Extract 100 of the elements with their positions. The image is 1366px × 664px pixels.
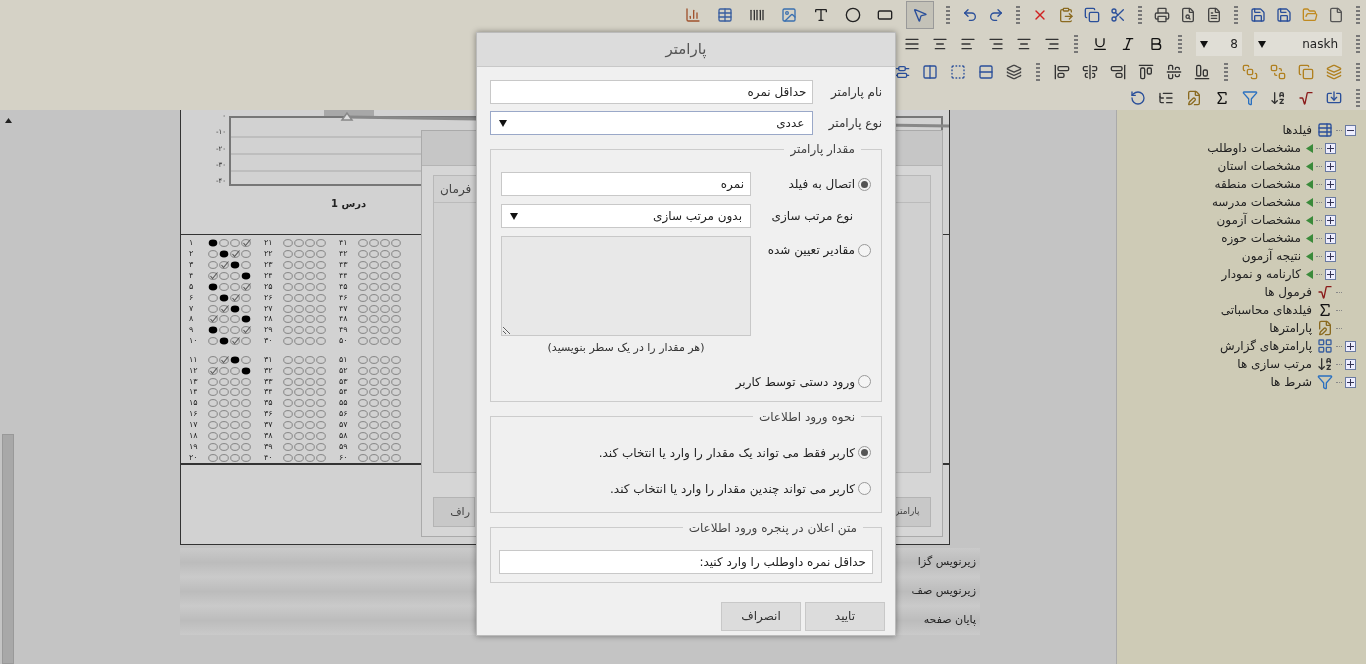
grid-icon[interactable] [1317,338,1333,354]
save-icon[interactable] [1276,7,1292,23]
tree-item[interactable]: مشخصات مدرسه [1209,193,1303,211]
barcode-icon[interactable] [749,7,765,23]
align-tops-icon[interactable] [1138,63,1154,80]
radio-button[interactable] [858,446,871,459]
sum-icon[interactable] [1214,89,1230,106]
question-number: ۴۸ [339,315,349,324]
underline-icon[interactable] [1092,36,1108,52]
parameter-name-field[interactable]: حداقل نمره [490,80,814,104]
scroll-up-arrow-icon[interactable] [4,118,12,123]
ok-button[interactable]: تایید [805,601,885,631]
question-number: ۳۴ [264,388,274,397]
tree-item[interactable]: شرط ها [1268,373,1314,391]
refresh-icon[interactable] [1130,89,1146,106]
dialog-button[interactable]: راف [433,497,475,527]
question-number: ۵۷ [339,421,349,430]
align-middles-icon[interactable] [1166,63,1182,80]
align-left-edges-icon[interactable] [1054,63,1070,80]
italic-icon[interactable] [1120,36,1136,52]
align-center-icon[interactable] [932,36,948,52]
tree-item[interactable]: مشخصات حوزه [1219,229,1303,247]
question-number: ۳۵ [264,399,274,408]
question-number: ۱۴ [189,388,199,397]
same-height-icon[interactable] [978,63,994,80]
formula-icon[interactable] [1317,284,1333,300]
distribute-icon[interactable] [894,63,910,80]
redo-icon[interactable] [988,7,1004,23]
question-number: ۵۵ [339,399,349,408]
tree-item[interactable]: مشخصات منطقه [1212,175,1303,193]
tree-item[interactable]: نتیجه آزمون [1239,247,1303,265]
parameter-icon[interactable] [1186,89,1202,106]
new-file-icon[interactable] [1328,7,1344,23]
section-title: مقدار پارامتر [789,141,856,158]
align-center-icon[interactable] [1016,36,1032,52]
tree-item[interactable]: فرمول ها [1262,283,1314,301]
image-icon[interactable] [781,7,797,23]
align-right-icon[interactable] [988,36,1004,52]
radio-button[interactable] [858,177,871,191]
justify-icon[interactable] [904,36,920,52]
tree-item[interactable]: مشخصات داوطلب [1205,139,1303,157]
sum-icon[interactable] [1317,302,1333,318]
align-bottoms-icon[interactable] [1194,63,1210,80]
bold-icon[interactable] [1148,36,1164,52]
question-number: ۲۱ [264,239,274,248]
scrollbar-thumb[interactable] [2,434,14,664]
table-icon[interactable] [717,7,733,23]
rectangle-icon[interactable] [877,7,893,23]
copy-icon[interactable] [1084,7,1100,23]
caret-icon [1200,40,1208,48]
filter-icon[interactable] [1242,89,1258,106]
align-centers-icon[interactable] [1082,63,1098,80]
sort-icon[interactable] [1270,89,1286,106]
tree-item[interactable]: پارامترهای گزارش [1217,337,1314,355]
question-number: ۱۷ [189,421,199,430]
question-number: ۴۹ [339,326,349,335]
tree-item[interactable]: مشخصات آزمون [1214,211,1303,229]
tree-item[interactable]: کارنامه و نمودار [1219,265,1303,283]
formula-icon[interactable] [1298,89,1314,106]
import-icon[interactable] [1326,89,1342,106]
tree-item[interactable]: پارامترها [1267,319,1314,337]
table-icon[interactable] [1317,122,1333,138]
cancel-button[interactable]: انصراف [721,601,801,631]
prompt-text-field[interactable]: حداقل نمره داوطلب را وارد کنید: [499,549,873,574]
undo-icon[interactable] [962,7,978,23]
print-icon[interactable] [1154,7,1170,23]
same-width-icon[interactable] [922,63,938,80]
font-select[interactable]: naskh [1254,32,1342,56]
cut-icon[interactable] [1110,7,1126,23]
question-number: ۳۳ [264,377,274,386]
parameter-type-select[interactable]: عددی [490,111,814,135]
field-link-field[interactable]: نمره [501,172,751,196]
save-as-icon[interactable] [1250,7,1266,23]
radio-button[interactable] [858,375,871,388]
text-icon[interactable] [813,7,829,23]
align-right-icon[interactable] [1044,36,1060,52]
align-right-edges-icon[interactable] [1110,63,1126,80]
bar-chart-icon[interactable] [685,7,701,23]
tree-item[interactable]: فیلدهای محاسباتی [1218,301,1314,319]
pointer-icon[interactable] [912,7,928,23]
align-left-icon[interactable] [960,36,976,52]
caret-icon [510,212,518,220]
tree-item[interactable]: مشخصات استان [1215,157,1303,175]
layers-icon[interactable] [1006,63,1022,80]
tab[interactable]: فرمان [440,180,472,198]
sort-icon[interactable] [1317,356,1333,372]
ellipse-icon[interactable] [845,7,861,23]
sort-type-select[interactable]: بدون مرتب سازی [501,204,751,228]
font-size-select[interactable]: 8 [1196,32,1242,56]
center-selection-icon[interactable] [950,63,966,80]
page-icon[interactable] [1206,7,1222,23]
field-label: نوع مرتب سازی [771,208,853,225]
print-preview-icon[interactable] [1180,7,1196,23]
paste-icon[interactable] [1058,7,1074,23]
tree-item[interactable]: فیلدها [1280,121,1314,139]
radio-button[interactable] [858,482,871,495]
caret-icon [499,119,507,127]
question-number: ۴۴ [339,272,349,280]
radio-button[interactable] [858,243,871,257]
tree-item[interactable]: مرتب سازی ها [1235,355,1314,373]
